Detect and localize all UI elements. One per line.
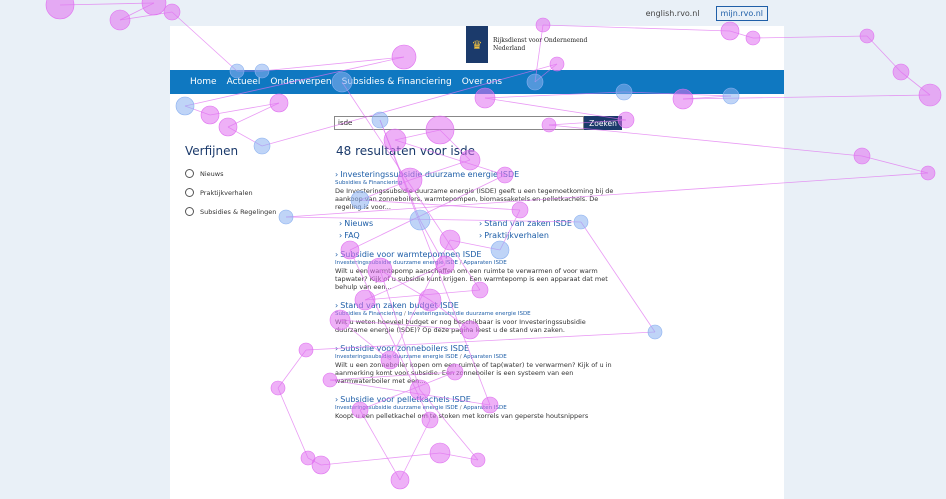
sublink-text: Stand van zaken ISDE xyxy=(484,219,572,228)
sublink-stand-van-zaken[interactable]: › Stand van zaken ISDE xyxy=(479,219,619,228)
search-button[interactable]: Zoeken xyxy=(584,116,622,130)
refine-sidebar: Verfijnen Nieuws Praktijkverhalen Subsid… xyxy=(185,144,276,221)
chevron-right-icon: › xyxy=(479,231,483,240)
result-title-link[interactable]: › Subsidie voor pelletkachels ISDE xyxy=(335,395,620,404)
list-item: › Investeringssubsidie duurzame energie … xyxy=(335,170,620,240)
radio-icon[interactable] xyxy=(185,207,194,216)
nav-onderwerpen[interactable]: Onderwerpen xyxy=(270,77,331,87)
gaze-fixation-circle xyxy=(163,3,181,21)
chevron-right-icon: › xyxy=(339,231,343,240)
filter-label: Nieuws xyxy=(200,169,224,178)
result-title-text: Subsidie voor zonneboilers ISDE xyxy=(340,344,470,353)
result-sublinks: › Nieuws › Stand van zaken ISDE › FAQ › … xyxy=(339,219,620,240)
list-item: › Subsidie voor zonneboilers ISDE Invest… xyxy=(335,344,620,385)
result-snippet: Wilt u een warmtepomp aanschaffen om een… xyxy=(335,267,608,291)
list-item: › Stand van zaken budget ISDE Subsidies … xyxy=(335,301,620,334)
result-breadcrumb: Investeringssubsidie duurzame energie IS… xyxy=(335,260,620,266)
breadcrumb-link[interactable]: Subsidies & Financiering xyxy=(335,311,402,317)
result-title-text: Subsidie voor warmtepompen ISDE xyxy=(340,250,482,259)
chevron-right-icon: › xyxy=(335,344,339,353)
crown-emblem-icon: ♛ xyxy=(466,26,488,63)
gaze-fixation-circle xyxy=(45,0,75,20)
breadcrumb-link[interactable]: Investeringssubsidie duurzame energie IS… xyxy=(335,354,458,360)
gaze-fixation-circle xyxy=(859,28,875,44)
sublink-text: Praktijkverhalen xyxy=(484,231,549,240)
filter-label: Subsidies & Regelingen xyxy=(200,207,277,216)
filter-nieuws[interactable]: Nieuws xyxy=(185,164,276,183)
gaze-path-line xyxy=(861,155,929,174)
rvo-logo[interactable]: ♛ Rijksdienst voor Ondernemend Nederland xyxy=(466,26,587,63)
breadcrumb-link[interactable]: Apparaten ISDE xyxy=(463,354,506,360)
nav-over-ons[interactable]: Over ons xyxy=(462,77,502,87)
gaze-path-line xyxy=(119,11,173,21)
gaze-fixation-circle xyxy=(892,63,910,81)
chevron-right-icon: › xyxy=(335,250,339,259)
radio-icon[interactable] xyxy=(185,169,194,178)
result-snippet: De Investeringssubsidie duurzame energie… xyxy=(335,187,614,211)
chevron-right-icon: › xyxy=(335,170,339,179)
results-list: › Investeringssubsidie duurzame energie … xyxy=(335,170,620,430)
logo-line-1: Rijksdienst voor Ondernemend xyxy=(493,36,588,44)
results-heading: 48 resultaten voor isde xyxy=(336,144,476,158)
chevron-right-icon: › xyxy=(339,219,343,228)
gaze-path-line xyxy=(119,2,155,21)
result-breadcrumb: Subsidies & Financiering / Investeringss… xyxy=(335,311,620,317)
gaze-path-line xyxy=(900,71,931,96)
gaze-fixation-circle xyxy=(918,83,942,107)
gaze-fixation-circle xyxy=(109,9,131,31)
search-input[interactable] xyxy=(334,116,584,130)
gaze-path-line xyxy=(59,2,155,6)
result-title-link[interactable]: › Investeringssubsidie duurzame energie … xyxy=(335,170,620,179)
result-breadcrumb: Investeringssubsidie duurzame energie IS… xyxy=(335,354,620,360)
search-bar: Zoeken xyxy=(334,116,622,130)
chevron-right-icon: › xyxy=(335,395,339,404)
filter-praktijkverhalen[interactable]: Praktijkverhalen xyxy=(185,183,276,202)
result-breadcrumb: Subsidies & Financiering xyxy=(335,180,620,186)
main-nav: Home Actueel Onderwerpen Subsidies & Fin… xyxy=(170,70,784,94)
breadcrumb-link[interactable]: Investeringssubsidie duurzame energie IS… xyxy=(335,260,458,266)
result-title-text: Subsidie voor pelletkachels ISDE xyxy=(340,395,471,404)
radio-icon[interactable] xyxy=(185,188,194,197)
english-site-link[interactable]: english.rvo.nl xyxy=(646,9,700,18)
result-title-link[interactable]: › Subsidie voor warmtepompen ISDE xyxy=(335,250,620,259)
sublink-faq[interactable]: › FAQ xyxy=(339,231,479,240)
breadcrumb-link[interactable]: Apparaten ISDE xyxy=(463,260,506,266)
result-title-text: Stand van zaken budget ISDE xyxy=(340,301,459,310)
result-snippet: Koopt u een pelletkachel om te stoken me… xyxy=(335,412,589,420)
logo-text: Rijksdienst voor Ondernemend Nederland xyxy=(493,37,587,53)
filter-label: Praktijkverhalen xyxy=(200,188,253,197)
filter-subsidies-regelingen[interactable]: Subsidies & Regelingen xyxy=(185,202,276,221)
result-breadcrumb: Investeringssubsidie duurzame energie IS… xyxy=(335,405,620,411)
breadcrumb-link[interactable]: Investeringssubsidie duurzame energie IS… xyxy=(335,405,458,411)
mijn-rvo-link[interactable]: mijn.rvo.nl xyxy=(715,6,768,21)
sublink-text: FAQ xyxy=(344,231,360,240)
breadcrumb-link[interactable]: Investeringssubsidie duurzame energie IS… xyxy=(408,311,531,317)
list-item: › Subsidie voor warmtepompen ISDE Invest… xyxy=(335,250,620,291)
nav-actueel[interactable]: Actueel xyxy=(227,77,261,87)
gaze-fixation-circle xyxy=(853,147,871,165)
gaze-fixation-circle xyxy=(920,165,936,181)
refine-title: Verfijnen xyxy=(185,144,239,158)
page-container: ♛ Rijksdienst voor Ondernemend Nederland… xyxy=(170,26,784,499)
result-snippet: Wilt u een zonneboiler kopen om een ruim… xyxy=(335,361,612,385)
chevron-right-icon: › xyxy=(335,301,339,310)
list-item: › Subsidie voor pelletkachels ISDE Inves… xyxy=(335,395,620,420)
result-title-link[interactable]: › Subsidie voor zonneboilers ISDE xyxy=(335,344,620,353)
logo-line-2: Nederland xyxy=(493,44,526,52)
result-snippet: Wilt u weten hoeveel budget er nog besch… xyxy=(335,318,586,334)
gaze-path-line xyxy=(866,35,902,73)
sublink-text: Nieuws xyxy=(344,219,374,228)
result-title-text: Investeringssubsidie duurzame energie IS… xyxy=(340,170,520,179)
gaze-fixation-circle xyxy=(141,0,167,16)
sublink-praktijkverhalen[interactable]: › Praktijkverhalen xyxy=(479,231,619,240)
result-title-link[interactable]: › Stand van zaken budget ISDE xyxy=(335,301,620,310)
top-links: english.rvo.nl mijn.rvo.nl xyxy=(646,6,768,21)
breadcrumb-link[interactable]: Apparaten ISDE xyxy=(463,405,506,411)
nav-subsidies-financiering[interactable]: Subsidies & Financiering xyxy=(342,77,452,87)
sublink-nieuws[interactable]: › Nieuws xyxy=(339,219,479,228)
breadcrumb-link[interactable]: Subsidies & Financiering xyxy=(335,180,402,186)
chevron-right-icon: › xyxy=(479,219,483,228)
nav-home[interactable]: Home xyxy=(190,77,217,87)
